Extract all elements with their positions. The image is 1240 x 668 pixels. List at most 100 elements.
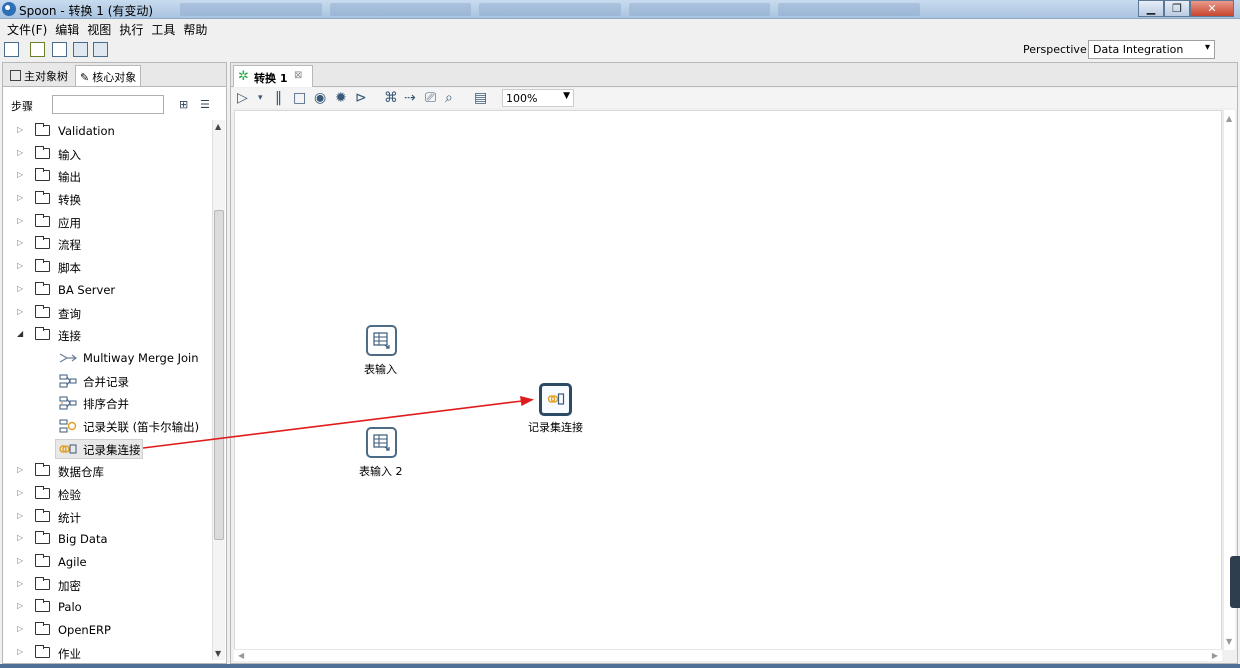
expand-arrow-icon[interactable]: ▷ <box>17 238 23 247</box>
collapse-all-icon[interactable]: ☰ <box>200 98 214 111</box>
left-panel-scrollbar[interactable]: ▲ ▼ <box>212 120 225 660</box>
menu-run[interactable]: 执行 <box>116 19 148 38</box>
open-file-icon[interactable] <box>30 42 45 57</box>
expand-arrow-icon[interactable]: ▷ <box>17 261 23 270</box>
tree-folder-validation-cn[interactable]: ▷ 检验 <box>3 483 211 506</box>
steps-search-input[interactable] <box>52 95 164 114</box>
save-icon[interactable] <box>73 42 88 57</box>
debug-icon[interactable]: ✹ <box>335 90 347 106</box>
new-file-icon[interactable] <box>4 42 19 57</box>
pause-icon[interactable]: ‖ <box>275 90 282 106</box>
tree-folder-validation[interactable]: ▷ Validation <box>3 120 211 143</box>
expand-arrow-icon[interactable]: ▷ <box>17 533 23 542</box>
step-node-merge-join[interactable] <box>539 383 572 416</box>
tree-folder-openerp[interactable]: ▷ OpenERP <box>3 619 211 642</box>
tree-folder-input[interactable]: ▷ 输入 <box>3 143 211 166</box>
replay-icon[interactable]: ⊳ <box>355 90 367 106</box>
explore-repository-icon[interactable] <box>52 42 67 57</box>
step-node-table-input[interactable] <box>366 325 397 356</box>
tree-folder-output[interactable]: ▷ 输出 <box>3 165 211 188</box>
run-icon[interactable]: ▷ <box>237 90 248 106</box>
perspective-select[interactable]: Data Integration ▾ <box>1088 40 1215 59</box>
close-tab-icon[interactable]: ⊠ <box>294 70 302 81</box>
expand-arrow-icon[interactable]: ▷ <box>17 579 23 588</box>
tree-step-merge-rows[interactable]: 合并记录 <box>3 370 211 393</box>
tree-folder-palo[interactable]: ▷ Palo <box>3 596 211 619</box>
menu-tools[interactable]: 工具 <box>148 19 180 38</box>
tree-step-multiway-merge-join[interactable]: Multiway Merge Join <box>3 347 211 370</box>
save-as-icon[interactable] <box>93 42 108 57</box>
expand-arrow-icon[interactable]: ▷ <box>17 148 23 157</box>
expand-arrow-icon[interactable]: ▷ <box>17 624 23 633</box>
expand-arrow-icon[interactable]: ▷ <box>17 601 23 610</box>
tree-folder-script[interactable]: ▷ 脚本 <box>3 256 211 279</box>
tree-folder-ba-server[interactable]: ▷ BA Server <box>3 279 211 302</box>
scroll-up-icon[interactable]: ▲ <box>1226 114 1232 123</box>
tree-folder-label: 作业 <box>58 646 81 660</box>
menu-file[interactable]: 文件(F) <box>4 19 52 38</box>
explore-db-icon[interactable]: ⌕ <box>445 90 453 106</box>
folder-icon <box>35 123 50 136</box>
expand-arrow-icon[interactable]: ▷ <box>17 125 23 134</box>
close-button[interactable]: ✕ <box>1190 0 1234 17</box>
expand-arrow-icon[interactable]: ▷ <box>17 284 23 293</box>
stop-icon[interactable]: □ <box>293 90 306 106</box>
expand-arrow-icon[interactable]: ▷ <box>17 216 23 225</box>
scrollbar-thumb[interactable] <box>214 210 224 540</box>
tree-folder-application[interactable]: ▷ 应用 <box>3 211 211 234</box>
table-input-icon <box>373 332 390 349</box>
menu-view[interactable]: 视图 <box>84 19 116 38</box>
step-node-table-input-2[interactable] <box>366 427 397 458</box>
impact-icon[interactable]: ⇢ <box>404 90 416 106</box>
tree-folder-encryption[interactable]: ▷ 加密 <box>3 574 211 597</box>
expand-arrow-icon[interactable]: ▷ <box>17 307 23 316</box>
scroll-up-icon[interactable]: ▲ <box>215 122 221 131</box>
menu-help[interactable]: 帮助 <box>180 19 212 38</box>
scroll-left-icon[interactable]: ◀ <box>238 651 244 660</box>
folder-icon <box>35 463 50 477</box>
tree-folder-transform[interactable]: ▷ 转换 <box>3 188 211 211</box>
expand-all-icon[interactable]: ⊞ <box>179 98 193 111</box>
expand-arrow-icon[interactable]: ▷ <box>17 647 23 656</box>
expand-arrow-icon[interactable]: ▷ <box>17 511 23 520</box>
run-options-chevron-icon[interactable]: ▾ <box>258 90 263 106</box>
tree-folder-lookup[interactable]: ▷ 查询 <box>3 302 211 325</box>
zoom-select[interactable]: 100% ▼ <box>502 89 574 107</box>
sorted-merge-icon <box>59 396 77 410</box>
expand-arrow-icon[interactable]: ▷ <box>17 193 23 202</box>
tree-step-merge-join[interactable]: 记录集连接 <box>3 438 211 461</box>
tree-folder-joins[interactable]: ◢ 连接 <box>3 324 211 347</box>
expand-arrow-icon[interactable]: ▷ <box>17 556 23 565</box>
verify-icon[interactable]: ⌘ <box>384 90 398 106</box>
tree-folder-data-warehouse[interactable]: ▷ 数据仓库 <box>3 460 211 483</box>
scroll-right-icon[interactable]: ▶ <box>1212 651 1218 660</box>
preview-icon[interactable]: ◉ <box>314 90 326 106</box>
canvas-horizontal-scrollbar[interactable]: ◀ ▶ <box>234 649 1222 661</box>
scroll-down-icon[interactable]: ▼ <box>215 649 221 658</box>
tree-step-sorted-merge[interactable]: 排序合并 <box>3 392 211 415</box>
scroll-down-icon[interactable]: ▼ <box>1226 637 1232 646</box>
tree-folder-statistics[interactable]: ▷ 统计 <box>3 506 211 529</box>
tree-folder-agile[interactable]: ▷ Agile <box>3 551 211 574</box>
tree-step-join-rows[interactable]: 记录关联 (笛卡尔输出) <box>3 415 211 438</box>
tree-folder-label: Agile <box>58 555 87 570</box>
collapse-arrow-icon[interactable]: ◢ <box>17 329 23 338</box>
tree-folder-label: 查询 <box>58 306 81 321</box>
expand-arrow-icon[interactable]: ▷ <box>17 465 23 474</box>
tab-main-tree[interactable]: 主对象树 <box>6 65 72 86</box>
expand-arrow-icon[interactable]: ▷ <box>17 488 23 497</box>
sql-icon[interactable]: ⎚ <box>425 90 436 106</box>
menu-edit[interactable]: 编辑 <box>52 19 84 38</box>
tab-core-objects[interactable]: ✎ 核心对象 <box>75 65 142 86</box>
minimize-button[interactable]: ▁ <box>1138 0 1164 17</box>
expand-arrow-icon[interactable]: ▷ <box>17 170 23 179</box>
tree-folder-big-data[interactable]: ▷ Big Data <box>3 528 211 551</box>
tab-transformation-1[interactable]: ✲ 转换 1 ⊠ <box>233 65 313 87</box>
maximize-button[interactable]: ❐ <box>1164 0 1190 17</box>
tree-folder-job[interactable]: ▷ 作业 <box>3 642 211 660</box>
step-node-label: 记录集连接 <box>528 421 583 434</box>
tree-step-label: 排序合并 <box>83 397 129 412</box>
transformation-canvas[interactable] <box>234 110 1222 650</box>
tree-folder-flow[interactable]: ▷ 流程 <box>3 233 211 256</box>
show-results-icon[interactable]: ▤ <box>474 90 487 106</box>
